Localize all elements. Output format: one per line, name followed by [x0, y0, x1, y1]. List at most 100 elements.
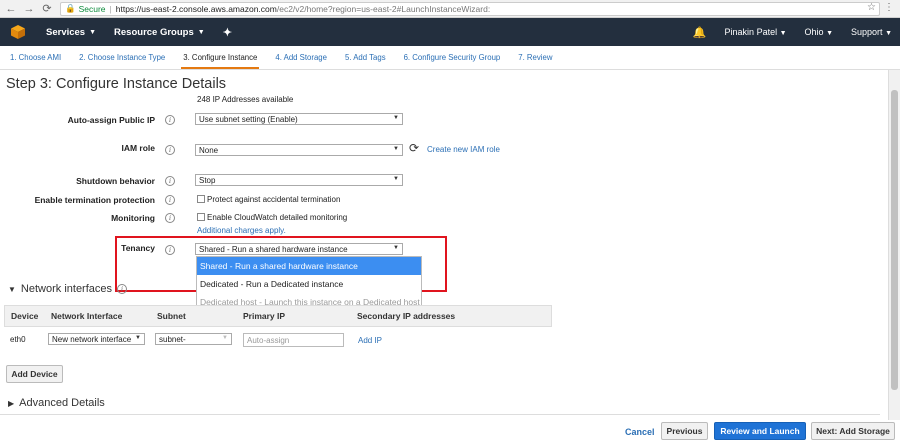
info-icon[interactable]: i: [165, 176, 175, 186]
chevron-down-icon: ▼: [393, 245, 399, 251]
wizard-steps: 1. Choose AMI 2. Choose Instance Type 3.…: [0, 46, 900, 70]
col-device: Device: [11, 311, 39, 321]
tenancy-select[interactable]: Shared - Run a shared hardware instance …: [195, 243, 403, 255]
chevron-down-icon: ▼: [826, 30, 834, 37]
chevron-down-icon: ▼: [393, 176, 399, 182]
expand-triangle-icon: ▶: [8, 398, 15, 408]
menu-icon[interactable]: ⋮: [884, 2, 894, 13]
advanced-details-header[interactable]: ▶ Advanced Details: [8, 397, 105, 409]
url-host: https://us-east-2.console.aws.amazon.com: [115, 3, 277, 14]
footer-divider: [0, 414, 880, 415]
step-configure-instance[interactable]: 3. Configure Instance: [181, 48, 260, 69]
termination-protection-text: Protect against accidental termination: [207, 195, 341, 204]
shutdown-behavior-select[interactable]: Stop ▼: [195, 174, 403, 186]
star-icon[interactable]: ☆: [867, 2, 876, 13]
region-menu[interactable]: Ohio ▼: [805, 27, 833, 37]
page-scrollbar[interactable]: [888, 70, 900, 420]
address-bar[interactable]: 🔒 Secure | https://us-east-2.console.aws…: [60, 1, 880, 16]
step-add-storage[interactable]: 4. Add Storage: [273, 48, 329, 67]
page-title: Step 3: Configure Instance Details: [6, 76, 227, 92]
ip-available-text: 248 IP Addresses available: [197, 95, 294, 104]
services-label: Services: [46, 26, 86, 38]
reload-icon[interactable]: ⟳: [40, 2, 54, 16]
scroll-thumb[interactable]: [891, 90, 898, 390]
lock-icon: 🔒: [65, 3, 76, 13]
auto-assign-ip-value: Use subnet setting (Enable): [199, 114, 298, 124]
resource-groups-label: Resource Groups: [114, 26, 194, 38]
network-interfaces-title: Network interfaces: [20, 283, 113, 295]
add-ip-link[interactable]: Add IP: [358, 336, 382, 345]
info-icon[interactable]: i: [165, 145, 175, 155]
chevron-down-icon: ▼: [885, 30, 892, 37]
services-menu[interactable]: Services ▼: [46, 27, 96, 38]
chevron-down-icon: ▼: [779, 30, 787, 37]
chevron-down-icon: ▼: [89, 28, 97, 36]
col-secondary-ip: Secondary IP addresses: [357, 311, 456, 321]
monitoring-checkbox[interactable]: [197, 213, 205, 221]
auto-assign-ip-select[interactable]: Use subnet setting (Enable) ▼: [195, 113, 403, 125]
collapse-triangle-icon: ▼: [8, 284, 16, 294]
refresh-icon[interactable]: ⟳: [409, 141, 419, 155]
create-iam-role-link[interactable]: Create new IAM role: [427, 145, 500, 154]
step-review[interactable]: 7. Review: [516, 48, 554, 67]
col-network-interface: Network Interface: [51, 311, 123, 321]
pin-icon[interactable]: ✦: [223, 26, 232, 39]
review-and-launch-button[interactable]: Review and Launch: [714, 422, 806, 440]
url-path: /ec2/v2/home?region=us-east-2#LaunchInst…: [276, 3, 491, 14]
next-add-storage-button[interactable]: Next: Add Storage: [811, 422, 895, 440]
chevron-down-icon: ▼: [135, 335, 141, 341]
tenancy-option-dedicated[interactable]: Dedicated - Run a Dedicated instance: [197, 275, 421, 293]
add-device-button[interactable]: Add Device: [6, 365, 63, 383]
support-label: Support: [851, 27, 883, 37]
bell-icon[interactable]: 🔔: [693, 26, 707, 39]
chevron-down-icon: ▼: [393, 115, 399, 121]
info-icon[interactable]: i: [165, 213, 175, 223]
additional-charges-link[interactable]: Additional charges apply.: [197, 226, 286, 235]
chevron-down-icon: ▼: [393, 146, 399, 152]
cancel-link[interactable]: Cancel: [625, 427, 655, 437]
termination-protection-label: Enable termination protection: [34, 195, 155, 205]
step-choose-instance-type[interactable]: 2. Choose Instance Type: [77, 48, 167, 67]
primary-ip-input[interactable]: Auto-assign: [243, 333, 344, 347]
subnet-select[interactable]: subnet- ▼: [155, 333, 232, 345]
tenancy-label: Tenancy: [121, 243, 155, 253]
forward-icon[interactable]: →: [22, 2, 36, 16]
device-eth0: eth0: [10, 335, 26, 344]
iam-role-label: IAM role: [121, 143, 155, 153]
network-interface-select[interactable]: New network interface ▼: [48, 333, 145, 345]
resource-groups-menu[interactable]: Resource Groups ▼: [114, 27, 205, 38]
user-name: Pinakin Patel: [724, 27, 778, 37]
tenancy-value: Shared - Run a shared hardware instance: [199, 244, 348, 254]
info-icon[interactable]: i: [117, 284, 128, 294]
previous-button[interactable]: Previous: [661, 422, 708, 440]
info-icon[interactable]: i: [165, 195, 175, 205]
step-choose-ami[interactable]: 1. Choose AMI: [8, 48, 63, 67]
termination-protection-checkbox[interactable]: [197, 195, 205, 203]
browser-toolbar: ← → ⟳ 🔒 Secure | https://us-east-2.conso…: [0, 0, 900, 18]
network-interfaces-header[interactable]: ▼ Network interfaces i: [8, 283, 128, 295]
advanced-details-title: Advanced Details: [19, 397, 105, 409]
tenancy-option-shared[interactable]: Shared - Run a shared hardware instance: [197, 257, 421, 275]
tenancy-dropdown-list: Shared - Run a shared hardware instance …: [196, 256, 422, 310]
col-subnet: Subnet: [157, 311, 186, 321]
chevron-down-icon: ▼: [197, 28, 205, 36]
col-primary-ip: Primary IP: [243, 311, 286, 321]
shutdown-behavior-label: Shutdown behavior: [76, 176, 155, 186]
iam-role-select[interactable]: None ▼: [195, 144, 403, 156]
user-menu[interactable]: Pinakin Patel ▼: [725, 27, 787, 37]
info-icon[interactable]: i: [165, 115, 175, 125]
chevron-down-icon: ▼: [222, 335, 228, 341]
step-add-tags[interactable]: 5. Add Tags: [343, 48, 388, 67]
support-menu[interactable]: Support ▼: [851, 27, 892, 37]
shutdown-behavior-value: Stop: [199, 175, 216, 185]
url-separator: |: [109, 3, 112, 14]
region-name: Ohio: [804, 27, 824, 37]
subnet-value: subnet-: [159, 334, 186, 344]
network-table-header: Device Network Interface Subnet Primary …: [4, 305, 552, 327]
aws-cube-icon[interactable]: [8, 22, 28, 42]
back-icon[interactable]: ←: [4, 2, 18, 16]
auto-assign-ip-label: Auto-assign Public IP: [67, 115, 155, 125]
step-configure-security-group[interactable]: 6. Configure Security Group: [402, 48, 503, 67]
info-icon[interactable]: i: [165, 245, 175, 255]
iam-role-value: None: [199, 145, 219, 155]
